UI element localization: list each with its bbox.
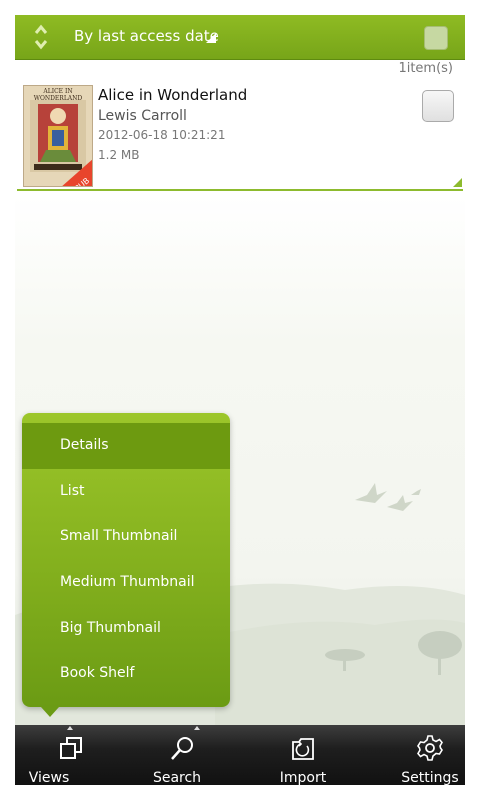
submenu-indicator-icon bbox=[194, 726, 200, 730]
gear-icon bbox=[417, 735, 443, 761]
book-title: Alice in Wonderland bbox=[98, 86, 248, 104]
toolbar-label: Search bbox=[152, 770, 202, 785]
search-icon bbox=[171, 737, 193, 760]
menu-item-label: List bbox=[60, 483, 85, 499]
toolbar-label: Import bbox=[279, 770, 327, 785]
bottom-toolbar: Views Search Import Settings bbox=[15, 725, 465, 785]
sort-updown-icon[interactable] bbox=[31, 21, 51, 53]
select-all-checkbox[interactable] bbox=[424, 26, 448, 50]
toolbar-views-button[interactable]: Views bbox=[15, 725, 127, 785]
item-corner-marker bbox=[453, 178, 462, 187]
toolbar-search-button[interactable]: Search bbox=[127, 725, 239, 785]
menu-item-label: Details bbox=[60, 437, 109, 453]
book-date: 2012-06-18 10:21:21 bbox=[98, 128, 226, 142]
menu-item-small-thumbnail[interactable]: Small Thumbnail bbox=[22, 514, 230, 560]
book-author: Lewis Carroll bbox=[98, 108, 187, 124]
toolbar-settings-button[interactable]: Settings bbox=[374, 725, 465, 785]
menu-pointer bbox=[41, 707, 59, 717]
book-list-item[interactable]: ALICE IN WONDERLAND EPUB Alice in Wonder… bbox=[17, 77, 463, 191]
book-select-checkbox[interactable] bbox=[422, 90, 454, 122]
book-cover: ALICE IN WONDERLAND EPUB bbox=[23, 85, 93, 187]
menu-item-label: Medium Thumbnail bbox=[60, 574, 195, 590]
toolbar-label: Settings bbox=[401, 770, 459, 785]
menu-item-details[interactable]: Details bbox=[22, 423, 230, 469]
sort-label[interactable]: By last access date bbox=[74, 27, 219, 45]
book-size: 1.2 MB bbox=[98, 148, 140, 162]
submenu-indicator-icon bbox=[67, 726, 73, 730]
menu-item-label: Small Thumbnail bbox=[60, 528, 178, 544]
sort-bar: By last access date bbox=[15, 15, 465, 60]
sort-dropdown-caret-icon[interactable] bbox=[206, 33, 216, 43]
app-screen: By last access date 1item(s) ALICE IN WO… bbox=[15, 15, 465, 785]
menu-item-list[interactable]: List bbox=[22, 469, 230, 515]
menu-item-label: Book Shelf bbox=[60, 665, 135, 681]
menu-item-book-shelf[interactable]: Book Shelf bbox=[22, 651, 230, 697]
menu-item-label: Big Thumbnail bbox=[60, 620, 161, 636]
import-icon bbox=[292, 738, 314, 760]
menu-item-big-thumbnail[interactable]: Big Thumbnail bbox=[22, 606, 230, 652]
toolbar-import-button[interactable]: Import bbox=[247, 725, 359, 785]
item-count: 1item(s) bbox=[398, 61, 453, 76]
menu-item-medium-thumbnail[interactable]: Medium Thumbnail bbox=[22, 560, 230, 606]
views-icon bbox=[60, 737, 82, 759]
views-menu: Details List Small Thumbnail Medium Thum… bbox=[22, 413, 230, 707]
toolbar-label: Views bbox=[28, 770, 70, 785]
